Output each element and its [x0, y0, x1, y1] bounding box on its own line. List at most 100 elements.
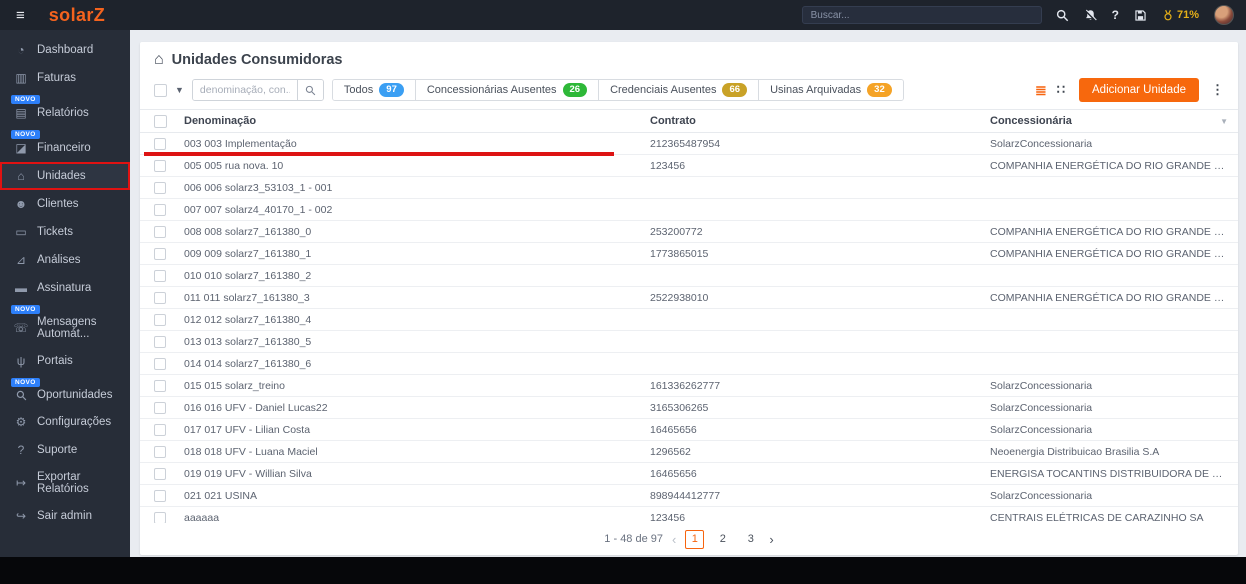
table-row[interactable]: 021 021 USINA 898944412777 SolarzConcess…: [140, 485, 1238, 507]
global-search-input[interactable]: [801, 6, 1042, 24]
table-row[interactable]: 008 008 solarz7_161380_0 253200772 COMPA…: [140, 221, 1238, 243]
row-checkbox[interactable]: [154, 137, 166, 150]
list-view-icon[interactable]: ≣: [1035, 82, 1047, 99]
select-all-checkbox[interactable]: [154, 83, 167, 97]
filter-tab[interactable]: Credenciais Ausentes 66: [599, 80, 760, 100]
cell-denominacao[interactable]: 016 016 UFV - Daniel Lucas22: [184, 402, 650, 414]
page-button-2[interactable]: 2: [713, 530, 732, 549]
table-row[interactable]: 006 006 solarz3_53103_1 - 001: [140, 177, 1238, 199]
cell-denominacao[interactable]: 012 012 solarz7_161380_4: [184, 314, 650, 326]
column-denominacao[interactable]: Denominação: [184, 115, 650, 127]
cell-denominacao[interactable]: 007 007 solarz4_40170_1 - 002: [184, 204, 650, 216]
table-row[interactable]: 011 011 solarz7_161380_3 2522938010 COMP…: [140, 287, 1238, 309]
row-checkbox[interactable]: [154, 269, 166, 282]
row-checkbox[interactable]: [154, 489, 166, 502]
sidebar-item-clientes[interactable]: ☻ Clientes: [0, 190, 130, 218]
add-unit-button[interactable]: Adicionar Unidade: [1079, 78, 1199, 102]
row-checkbox[interactable]: [154, 423, 166, 436]
cell-denominacao[interactable]: aaaaaa: [184, 512, 650, 524]
save-icon[interactable]: [1134, 9, 1147, 22]
table-row[interactable]: 018 018 UFV - Luana Maciel 1296562 Neoen…: [140, 441, 1238, 463]
user-avatar[interactable]: [1214, 5, 1234, 25]
table-row[interactable]: 019 019 UFV - Willian Silva 16465656 ENE…: [140, 463, 1238, 485]
cell-denominacao[interactable]: 015 015 solarz_treino: [184, 380, 650, 392]
table-row[interactable]: 012 012 solarz7_161380_4: [140, 309, 1238, 331]
row-checkbox[interactable]: [154, 291, 166, 304]
sidebar-item-sair-admin[interactable]: ↪ Sair admin: [0, 502, 130, 530]
sidebar-item-analises[interactable]: ⊿ Análises: [0, 246, 130, 274]
table-row[interactable]: 014 014 solarz7_161380_6: [140, 353, 1238, 375]
sidebar-item-dashboard[interactable]: ◔ Dashboard: [0, 36, 130, 64]
cell-denominacao[interactable]: 009 009 solarz7_161380_1: [184, 248, 650, 260]
cell-denominacao[interactable]: 014 014 solarz7_161380_6: [184, 358, 650, 370]
sidebar-item-tickets[interactable]: ▭ Tickets: [0, 218, 130, 246]
table-search-button[interactable]: [296, 80, 323, 100]
cell-denominacao[interactable]: 010 010 solarz7_161380_2: [184, 270, 650, 282]
prev-page-icon[interactable]: ‹: [672, 532, 676, 547]
row-checkbox[interactable]: [154, 445, 166, 458]
sidebar-item-suporte[interactable]: ? Suporte: [0, 436, 130, 464]
cell-denominacao[interactable]: 013 013 solarz7_161380_5: [184, 336, 650, 348]
row-checkbox[interactable]: [154, 181, 166, 194]
sidebar-item-oportunidades[interactable]: NOVO Oportunidades: [0, 375, 130, 408]
row-checkbox[interactable]: [154, 159, 166, 172]
row-checkbox[interactable]: [154, 467, 166, 480]
row-checkbox[interactable]: [154, 247, 166, 260]
cell-denominacao[interactable]: 003 003 Implementação: [184, 138, 650, 150]
sidebar-item-financeiro[interactable]: NOVO ◪ Financeiro: [0, 127, 130, 162]
table-row[interactable]: 015 015 solarz_treino 161336262777 Solar…: [140, 375, 1238, 397]
filter-tab[interactable]: Concessionárias Ausentes 26: [415, 80, 600, 100]
cell-denominacao[interactable]: 017 017 UFV - Lilian Costa: [184, 424, 650, 436]
sidebar-item-unidades[interactable]: ⌂ Unidades: [0, 162, 130, 190]
grid-view-icon[interactable]: ∷: [1057, 82, 1065, 98]
row-checkbox[interactable]: [154, 379, 166, 392]
column-concessionaria[interactable]: Concessionária: [990, 115, 1212, 127]
row-checkbox[interactable]: [154, 313, 166, 326]
row-checkbox[interactable]: [154, 335, 166, 348]
sidebar-item-mensagens-automaticas[interactable]: NOVO ☏ Mensagens Automát...: [0, 302, 130, 347]
next-page-icon[interactable]: ›: [769, 532, 773, 547]
row-checkbox[interactable]: [154, 225, 166, 238]
cell-denominacao[interactable]: 005 005 rua nova. 10: [184, 160, 650, 172]
table-row[interactable]: 007 007 solarz4_40170_1 - 002: [140, 199, 1238, 221]
table-row[interactable]: aaaaaa 123456 CENTRAIS ELÉTRICAS DE CARA…: [140, 507, 1238, 523]
hamburger-menu-icon[interactable]: ≡: [16, 7, 25, 24]
column-contrato[interactable]: Contrato: [650, 115, 990, 127]
sidebar-item-assinatura[interactable]: ▬ Assinatura: [0, 274, 130, 302]
sidebar-item-exportar-relatorios[interactable]: ↦ Exportar Relatórios: [0, 464, 130, 502]
row-checkbox[interactable]: [154, 357, 166, 370]
table-row[interactable]: 005 005 rua nova. 10 123456 COMPANHIA EN…: [140, 155, 1238, 177]
filter-tab[interactable]: Todos 97: [332, 80, 416, 100]
table-row[interactable]: 003 003 Implementação 212365487954 Solar…: [140, 133, 1238, 156]
help-icon[interactable]: ?: [1112, 8, 1119, 22]
chevron-down-icon[interactable]: ▼: [175, 85, 184, 95]
row-checkbox[interactable]: [154, 401, 166, 414]
table-search-input[interactable]: [192, 80, 297, 100]
sidebar-item-configuracoes[interactable]: ⚙ Configurações: [0, 408, 130, 436]
cell-denominacao[interactable]: 008 008 solarz7_161380_0: [184, 226, 650, 238]
gamification-score[interactable]: 71%: [1162, 9, 1199, 21]
sidebar-item-faturas[interactable]: ▥ Faturas: [0, 64, 130, 92]
filter-funnel-icon[interactable]: ▼: [1212, 117, 1228, 126]
row-checkbox[interactable]: [154, 511, 166, 523]
search-icon[interactable]: [1056, 9, 1069, 22]
page-button-3[interactable]: 3: [741, 530, 760, 549]
table-row[interactable]: 009 009 solarz7_161380_1 1773865015 COMP…: [140, 243, 1238, 265]
sidebar-item-relatorios[interactable]: NOVO ▤ Relatórios: [0, 92, 130, 127]
page-button-1[interactable]: 1: [685, 529, 705, 549]
notifications-off-icon[interactable]: [1084, 9, 1097, 22]
table-row[interactable]: 010 010 solarz7_161380_2: [140, 265, 1238, 287]
table-row[interactable]: 016 016 UFV - Daniel Lucas22 3165306265 …: [140, 397, 1238, 419]
row-checkbox[interactable]: [154, 203, 166, 216]
cell-denominacao[interactable]: 006 006 solarz3_53103_1 - 001: [184, 182, 650, 194]
header-checkbox[interactable]: [154, 114, 167, 128]
cell-denominacao[interactable]: 018 018 UFV - Luana Maciel: [184, 446, 650, 458]
cell-denominacao[interactable]: 011 011 solarz7_161380_3: [184, 292, 650, 304]
cell-denominacao[interactable]: 021 021 USINA: [184, 490, 650, 502]
sidebar-item-portais[interactable]: ψ Portais: [0, 347, 130, 375]
table-row[interactable]: 017 017 UFV - Lilian Costa 16465656 Sola…: [140, 419, 1238, 441]
kebab-menu-icon[interactable]: ⋮: [1211, 82, 1224, 98]
filter-tab[interactable]: Usinas Arquivadas 32: [759, 80, 903, 100]
table-row[interactable]: 013 013 solarz7_161380_5: [140, 331, 1238, 353]
cell-denominacao[interactable]: 019 019 UFV - Willian Silva: [184, 468, 650, 480]
